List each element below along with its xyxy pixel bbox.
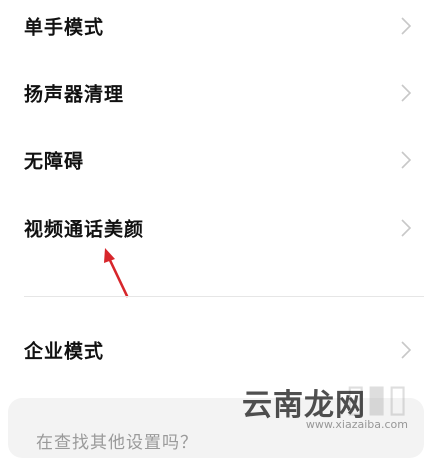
settings-item-label: 单手模式 — [24, 16, 105, 39]
settings-item-label: 无障碍 — [24, 150, 85, 173]
settings-item-accessibility[interactable]: 无障碍 — [0, 130, 424, 190]
settings-item-speaker-cleaning[interactable]: 扬声器清理 — [0, 63, 424, 123]
chevron-right-icon — [401, 151, 412, 169]
watermark-url: www.xiazaiba.com — [305, 418, 408, 431]
search-settings-prompt: 在查找其他设置吗？ — [36, 433, 198, 453]
settings-item-video-call-beauty[interactable]: 视频通话美颜 — [0, 198, 424, 258]
settings-item-label: 视频通话美颜 — [24, 218, 145, 241]
settings-item-label: 扬声器清理 — [24, 83, 125, 106]
chevron-right-icon — [401, 341, 412, 359]
chevron-right-icon — [401, 17, 412, 35]
watermark-logo: ▯▮▯ 云南龙网 www.xiazaiba.com — [242, 376, 414, 438]
settings-item-label: 企业模式 — [24, 340, 105, 363]
chevron-right-icon — [401, 219, 412, 237]
chevron-right-icon — [401, 84, 412, 102]
settings-item-enterprise-mode[interactable]: 企业模式 — [0, 320, 424, 380]
settings-item-one-hand-mode[interactable]: 单手模式 — [0, 0, 424, 56]
section-divider — [24, 296, 424, 297]
red-arrow-icon — [104, 248, 129, 298]
